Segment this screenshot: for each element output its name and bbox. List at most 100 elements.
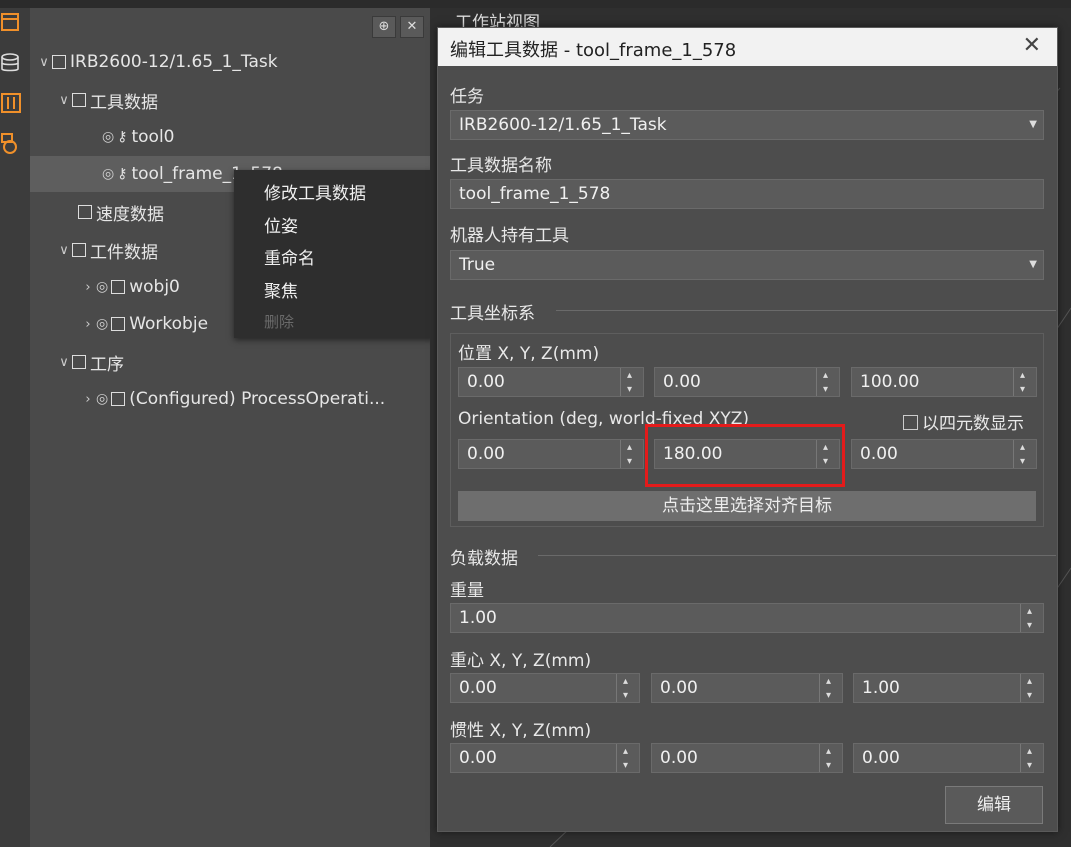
tree-item-label: 工序 [90, 354, 124, 375]
task-select[interactable]: IRB2600-12/1.65_1_Task ▼ [450, 110, 1044, 140]
tree-item-label: 工具数据 [90, 92, 158, 113]
spin-buttons[interactable] [1020, 598, 1043, 640]
spin-value: 0.00 [459, 678, 497, 698]
tree-item-label: IRB2600-12/1.65_1_Task [70, 52, 278, 72]
chevron-down-icon[interactable]: ∨ [56, 93, 72, 108]
quaternion-label: 以四元数显示 [922, 414, 1024, 434]
settings-sliders-icon[interactable] [0, 92, 22, 114]
spin-buttons[interactable] [819, 668, 842, 710]
cog-label: 重心 X, Y, Z(mm) [450, 651, 592, 671]
menu-item-rename[interactable]: 重命名 [264, 244, 315, 269]
menu-item-delete: 删除 [264, 313, 295, 331]
spin-buttons[interactable] [620, 434, 643, 476]
tree-item-label: tool0 [131, 127, 175, 147]
inertia-y-spinbox[interactable]: 0.00 [651, 738, 843, 780]
tree-item-label: wobj0 [129, 277, 180, 297]
spin-buttons[interactable] [616, 668, 639, 710]
spin-value: 0.00 [459, 748, 497, 768]
chevron-right-icon[interactable]: › [80, 317, 96, 332]
tree-item-label: 工件数据 [90, 242, 158, 263]
robot-hold-value: True [459, 255, 496, 275]
dialog-title: 编辑工具数据 - tool_frame_1_578 [450, 40, 737, 61]
position-label: 位置 X, Y, Z(mm) [458, 344, 600, 364]
context-menu: 修改工具数据 位姿 重命名 聚焦 删除 [234, 170, 436, 338]
task-label: 任务 [450, 87, 484, 107]
tree-item-label: (Configured) ProcessOperati... [129, 389, 386, 409]
cog-x-spinbox[interactable]: 0.00 [450, 668, 640, 710]
close-icon[interactable]: ✕ [1023, 33, 1041, 58]
task-select-value: IRB2600-12/1.65_1_Task [459, 115, 667, 135]
tree-item-task[interactable]: ∨ IRB2600-12/1.65_1_Task [30, 44, 436, 80]
spin-value: 0.00 [663, 372, 701, 392]
chevron-right-icon[interactable]: › [80, 392, 96, 407]
close-panel-icon[interactable]: ✕ [400, 16, 424, 38]
spin-buttons[interactable] [1020, 738, 1043, 780]
tree-item-process-operation[interactable]: › ◎ (Configured) ProcessOperati... [30, 381, 480, 417]
tree-item-label: Workobje [129, 314, 209, 334]
eye-icon[interactable]: ◎ [102, 166, 114, 182]
spin-buttons[interactable] [620, 362, 643, 404]
inertia-z-spinbox[interactable]: 0.00 [853, 738, 1044, 780]
menu-item-focus[interactable]: 聚焦 [264, 277, 298, 302]
spin-buttons[interactable] [819, 738, 842, 780]
spin-value: 0.00 [660, 748, 698, 768]
highlight-box [645, 424, 845, 487]
spin-value: 1.00 [862, 678, 900, 698]
position-x-spinbox[interactable]: 0.00 [458, 362, 644, 404]
orientation-z-spinbox[interactable]: 0.00 [851, 434, 1037, 476]
process-icon [72, 355, 86, 369]
position-y-spinbox[interactable]: 0.00 [654, 362, 840, 404]
tool-icon: ⚷ [117, 166, 128, 182]
top-strip [0, 0, 1071, 8]
spin-value: 100.00 [860, 372, 920, 392]
weight-spinbox[interactable]: 1.00 [450, 598, 1044, 640]
workobject-icon [111, 317, 126, 331]
spin-buttons[interactable] [1020, 668, 1043, 710]
inertia-x-spinbox[interactable]: 0.00 [450, 738, 640, 780]
path-target-icon[interactable] [0, 132, 22, 154]
spin-value: 0.00 [467, 372, 505, 392]
chevron-down-icon[interactable]: ∨ [56, 243, 72, 258]
chevron-down-icon[interactable]: ∨ [36, 55, 52, 70]
menu-item-modify-tooldata[interactable]: 修改工具数据 [264, 179, 366, 204]
folder-icon [78, 205, 92, 219]
section-divider [538, 555, 1056, 556]
cog-z-spinbox[interactable]: 1.00 [853, 668, 1044, 710]
tooldata-name-input[interactable]: tool_frame_1_578 [450, 179, 1044, 209]
inertia-label: 惯性 X, Y, Z(mm) [450, 721, 592, 741]
spin-buttons[interactable] [616, 738, 639, 780]
checkbox-icon[interactable] [903, 415, 918, 430]
tool-frame-section-title: 工具坐标系 [450, 304, 535, 324]
robot-hold-select[interactable]: True ▼ [450, 250, 1044, 280]
select-align-target-button[interactable]: 点击这里选择对齐目标 [458, 491, 1036, 521]
orientation-x-spinbox[interactable]: 0.00 [458, 434, 644, 476]
pin-icon[interactable]: ⊕ [372, 16, 396, 38]
position-z-spinbox[interactable]: 100.00 [851, 362, 1037, 404]
task-icon [52, 55, 66, 69]
chevron-right-icon[interactable]: › [80, 280, 96, 295]
tree-item-label: 速度数据 [96, 204, 164, 225]
quaternion-checkbox[interactable]: 以四元数显示 [903, 409, 1024, 434]
folder-icon [72, 93, 86, 107]
chevron-down-icon[interactable]: ∨ [56, 355, 72, 370]
workobject-icon [111, 280, 126, 294]
cog-y-spinbox[interactable]: 0.00 [651, 668, 843, 710]
spin-buttons[interactable] [816, 362, 839, 404]
eye-icon[interactable]: ◎ [102, 129, 114, 145]
tree-item-tooldata[interactable]: ∨ 工具数据 [30, 82, 456, 118]
operation-icon [111, 392, 126, 406]
eye-icon[interactable]: ◎ [96, 316, 108, 332]
station-tree-panel: ⊕ ✕ ∨ IRB2600-12/1.65_1_Task ∨ 工具数据 ◎ ⚷ … [30, 8, 502, 847]
spin-buttons[interactable] [1013, 434, 1036, 476]
section-divider [556, 310, 1056, 311]
tree-item-process[interactable]: ∨ 工序 [30, 344, 456, 380]
eye-icon[interactable]: ◎ [96, 279, 108, 295]
layout-icon[interactable] [0, 10, 22, 32]
spin-buttons[interactable] [1013, 362, 1036, 404]
menu-item-pose[interactable]: 位姿 [264, 212, 298, 237]
payload-section-title: 负载数据 [450, 549, 518, 569]
spin-value: 0.00 [860, 444, 898, 464]
eye-icon[interactable]: ◎ [96, 391, 108, 407]
edit-button[interactable]: 编辑 [945, 786, 1043, 824]
database-icon[interactable] [0, 52, 22, 74]
